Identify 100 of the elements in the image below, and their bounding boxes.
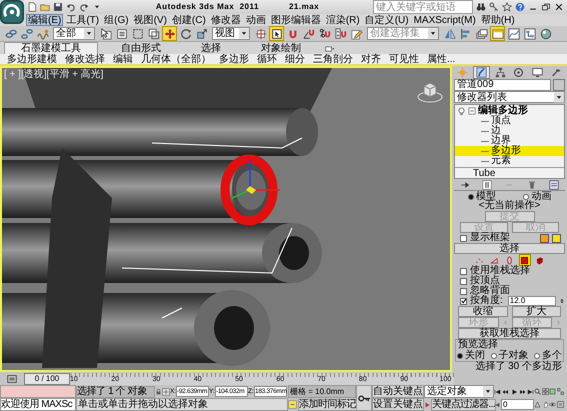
cursor-square-button[interactable] <box>269 26 284 41</box>
set-key-button[interactable] <box>356 385 372 411</box>
ribbon-panel[interactable]: 编辑 <box>110 54 136 64</box>
menu-item[interactable]: 创建(C) <box>170 14 208 26</box>
maxscript-field[interactable]: 欢迎使用 MAXSc <box>0 398 76 411</box>
menu-item[interactable]: 编辑(E) <box>26 14 64 26</box>
light-bulb-icon[interactable] <box>457 106 466 116</box>
bent-rod-tab[interactable] <box>472 66 490 79</box>
ribbon-options-icon[interactable] <box>324 44 336 54</box>
spinner-magnet-button[interactable] <box>333 26 348 41</box>
ribbon-panel[interactable]: 可见性 <box>386 54 422 64</box>
spinner-icon[interactable] <box>558 296 565 306</box>
ribbon-tab[interactable]: 对象绘制 <box>244 42 318 54</box>
auto-key-button[interactable]: 自动关键点 <box>372 385 424 398</box>
ribbon-panel[interactable]: 细分 <box>282 54 308 64</box>
rotate-button[interactable] <box>178 26 193 41</box>
stack-sub-item[interactable]: 边 <box>455 126 564 136</box>
menu-item[interactable]: 自定义(U) <box>362 14 411 26</box>
play-icon[interactable] <box>510 388 518 396</box>
pause-bars-icon[interactable] <box>482 180 492 190</box>
viewport[interactable]: [ + ][透视][平滑 + 高光] <box>0 66 452 372</box>
pivot-button[interactable] <box>253 26 268 41</box>
maxscript-listener-field[interactable] <box>0 385 76 398</box>
ribbon-panel[interactable]: 属性... <box>424 54 458 64</box>
connected-boxes-button[interactable] <box>522 26 537 41</box>
move-button[interactable] <box>162 26 177 41</box>
ribbon-tab[interactable]: 自由形式 <box>104 42 178 54</box>
add-time-tag-button[interactable]: 添加时间标记 <box>298 398 357 410</box>
checkbox[interactable] <box>460 278 467 284</box>
panel-button[interactable]: 扩大 <box>512 306 561 317</box>
modifier-list-dropdown[interactable]: 修改器列表 <box>454 91 565 103</box>
curve-graph-button[interactable] <box>506 26 521 41</box>
redo-icon[interactable] <box>79 2 89 12</box>
pan-icon[interactable] <box>542 401 549 408</box>
menu-item[interactable]: 渲染(R) <box>324 14 362 26</box>
orbit-icon[interactable] <box>549 401 556 408</box>
menu-item[interactable]: MAXScript(M) <box>412 14 478 26</box>
help-icon[interactable] <box>515 2 525 12</box>
binoculars-icon[interactable] <box>476 2 486 12</box>
undo-icon[interactable] <box>66 2 76 12</box>
checkbox[interactable] <box>460 298 467 304</box>
folder-icon[interactable] <box>40 2 50 12</box>
menu-item[interactable]: 视图(V) <box>132 14 169 26</box>
ribbon-tab[interactable]: 石墨建模工具 <box>4 42 98 54</box>
radio-button[interactable] <box>534 352 540 358</box>
ribbon-panel[interactable]: 多边形 <box>216 54 252 64</box>
star-icon[interactable] <box>502 2 512 12</box>
zoom-extents-all-icon[interactable] <box>556 388 564 395</box>
ribbon-panel[interactable]: 几何体（全部） <box>138 54 214 64</box>
ribbon-panel[interactable]: 三角剖分 <box>310 54 356 64</box>
radio-button[interactable] <box>457 352 463 358</box>
checkbox[interactable] <box>460 288 467 294</box>
overlapping-squares-button[interactable] <box>146 26 161 41</box>
radio-button[interactable] <box>490 352 496 358</box>
close-icon[interactable] <box>554 2 564 12</box>
ribbon-panel[interactable]: 多边形建模 <box>4 54 60 64</box>
field-of-view-icon[interactable] <box>534 401 542 408</box>
zoom-all-icon[interactable] <box>542 388 549 395</box>
lock-icon[interactable] <box>155 386 162 396</box>
app-logo-icon[interactable] <box>0 0 24 24</box>
object-color-swatch[interactable] <box>553 79 565 91</box>
key-filters-button[interactable]: 关键点过滤器... <box>431 398 496 410</box>
stack-sub-item[interactable]: 元素 <box>455 156 564 166</box>
time-slider-thumb[interactable]: 0 / 100 <box>24 372 70 384</box>
ribbon-panel[interactable]: 循环 <box>254 54 280 64</box>
stack-sub-item[interactable]: 边界 <box>455 136 564 146</box>
stack-sub-item[interactable]: 顶点 <box>455 116 564 126</box>
radio-button[interactable] <box>468 194 474 200</box>
key-icon[interactable] <box>489 2 499 12</box>
panel-button[interactable]: 收缩 <box>458 306 508 317</box>
current-frame-field[interactable]: 0 <box>501 399 534 410</box>
cage-color-swatch[interactable] <box>552 234 561 242</box>
angle-field[interactable]: 12.0 <box>508 296 556 306</box>
time-tag-icon[interactable] <box>288 400 297 409</box>
checkbox[interactable] <box>460 234 467 242</box>
menu-item[interactable]: 图形编辑器 <box>268 14 323 26</box>
viewport-label[interactable]: [ + ][透视][平滑 + 高光] <box>4 69 104 80</box>
menu-item[interactable]: 工具(T) <box>64 14 102 26</box>
menu-item[interactable]: 帮助(H) <box>478 14 517 26</box>
stack-item[interactable]: 编辑多边形 <box>455 106 564 116</box>
menu-item[interactable]: 组(G) <box>102 14 131 26</box>
sphere-button[interactable] <box>538 26 553 41</box>
zoom-extents-icon[interactable] <box>549 388 556 395</box>
square-level-button[interactable] <box>518 254 530 266</box>
ribbon-tab[interactable]: 选择 <box>184 42 238 54</box>
ribbon-panel[interactable]: 对齐 <box>358 54 384 64</box>
selection-filter-dropdown[interactable]: 全部 <box>53 27 95 40</box>
radio-button[interactable] <box>523 194 530 200</box>
ribbon-panel[interactable]: 修改选择 <box>62 54 108 64</box>
stack-sub-item[interactable]: 多边形 <box>455 146 564 156</box>
object-name-field[interactable]: 管道009 <box>454 79 551 91</box>
key-object-dropdown[interactable]: 选定对象 <box>424 385 494 398</box>
rollout-header[interactable]: 选择 <box>454 243 565 254</box>
menu-item[interactable]: 动画 <box>244 14 268 26</box>
panel-button[interactable]: 获取堆栈选择 <box>458 328 561 339</box>
broken-link-button[interactable] <box>19 26 34 41</box>
configure-icon[interactable] <box>548 180 559 190</box>
ribbon-window-button[interactable] <box>490 26 505 41</box>
key-mode-icon[interactable] <box>494 400 500 408</box>
timeline-config-icon[interactable] <box>6 372 18 384</box>
